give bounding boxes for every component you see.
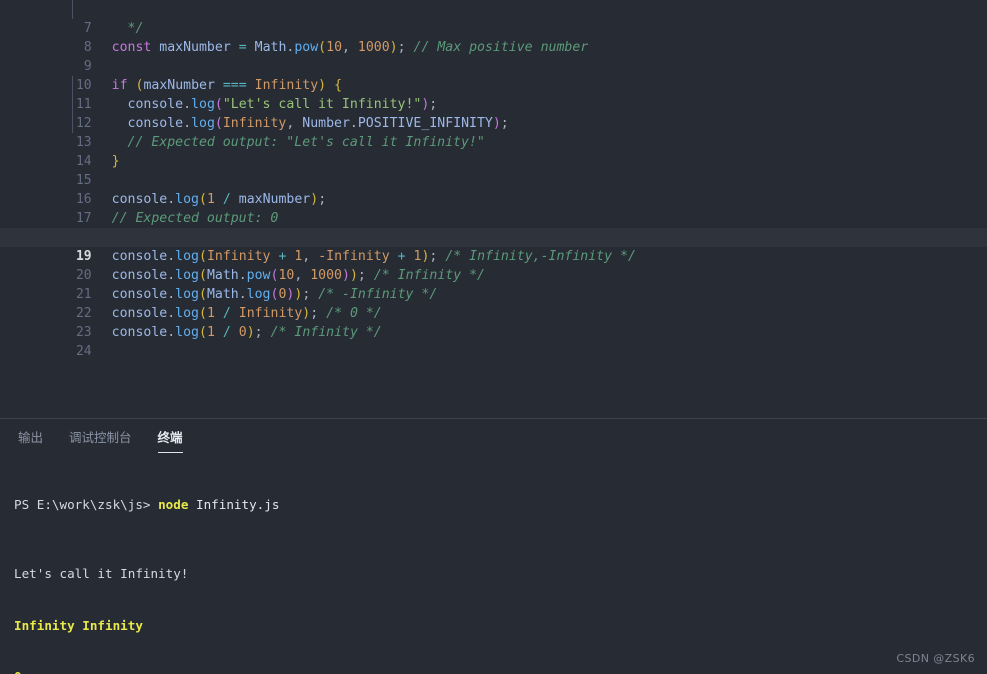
terminal-line: Infinity Infinity xyxy=(14,617,987,634)
code-line[interactable]: 20 console.log(Math.pow(10, 1000)); /* In… xyxy=(0,247,987,283)
tab-output[interactable]: 输出 xyxy=(18,427,43,453)
code-line-active[interactable]: 19 console.log(Infinity + 1, -Infinity + … xyxy=(0,228,987,264)
code-line[interactable]: 13 // Expected output: "Let's call it In… xyxy=(0,114,987,150)
code-line[interactable]: 16 console.log(1 / maxNumber); xyxy=(0,171,987,207)
watermark: CSDN @ZSK6 xyxy=(896,652,975,665)
code-line[interactable]: 14} xyxy=(0,133,987,169)
code-line[interactable]: 17// Expected output: 0 xyxy=(0,190,987,226)
code-line[interactable]: 21 console.log(Math.log(0)); /* -Infinity… xyxy=(0,266,987,302)
code-line[interactable]: 22 console.log(1 / Infinity); /* 0 */ xyxy=(0,285,987,321)
panel-tab-bar: 输出 调试控制台 终端 xyxy=(0,419,987,453)
code-line[interactable]: 23 console.log(1 / 0); /* Infinity */ xyxy=(0,304,987,340)
terminal-line-text: Infinity Infinity xyxy=(14,617,143,633)
vscode-window: 7 */ 8 const maxNumber = Math.pow(10, 100… xyxy=(0,0,987,674)
terminal-line-text: 0 xyxy=(14,669,22,674)
code-line[interactable]: 8 const maxNumber = Math.pow(10, 1000); /… xyxy=(0,19,987,55)
code-line[interactable]: 11 console.log("Let's call it Infinity!"… xyxy=(0,76,987,112)
terminal-line: 0 xyxy=(14,668,987,674)
code-line[interactable]: 9 xyxy=(0,38,987,74)
terminal-command: node xyxy=(158,497,189,513)
terminal-prompt: PS E:\work\zsk\js> xyxy=(14,497,151,513)
code-line[interactable]: 12 console.log(Infinity, Number.POSITIVE… xyxy=(0,95,987,131)
code-line[interactable]: 18console.log(Infinity, -Infinity); /* I… xyxy=(0,209,987,245)
terminal-output[interactable]: PS E:\work\zsk\js> node Infinity.js Let'… xyxy=(0,453,987,674)
terminal-command-line: PS E:\work\zsk\js> node Infinity.js xyxy=(14,496,987,513)
code-editor[interactable]: 7 */ 8 const maxNumber = Math.pow(10, 100… xyxy=(0,0,987,418)
line-number: 24 xyxy=(75,344,92,359)
bottom-panel: 输出 调试控制台 终端 PS E:\work\zsk\js> node Infi… xyxy=(0,419,987,674)
code-line[interactable]: 7 */ xyxy=(0,0,987,36)
tab-terminal[interactable]: 终端 xyxy=(157,427,183,453)
code-line[interactable]: 15 xyxy=(0,152,987,188)
code-line[interactable]: 24 xyxy=(0,323,987,359)
code-line[interactable]: 10 if (maxNumber === Infinity) { xyxy=(0,57,987,93)
tab-debug-console[interactable]: 调试控制台 xyxy=(69,427,132,453)
terminal-line-text: Let's call it Infinity! xyxy=(14,566,189,582)
terminal-line: Let's call it Infinity! xyxy=(14,565,987,582)
terminal-argument: Infinity.js xyxy=(196,497,280,513)
